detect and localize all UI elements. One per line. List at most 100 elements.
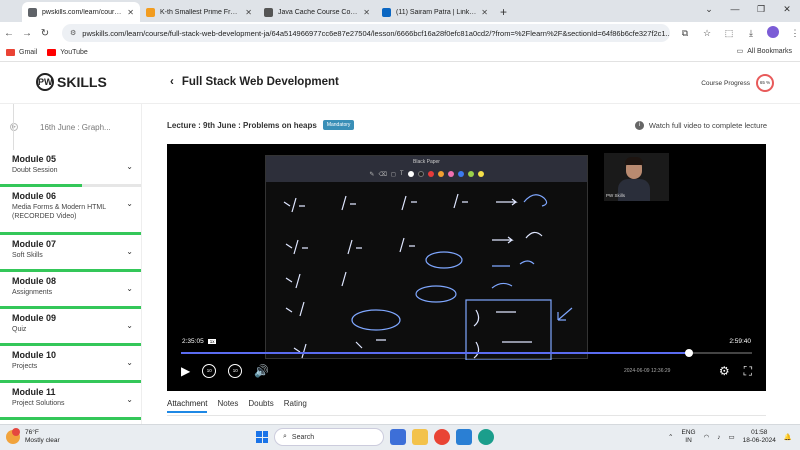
- seek-bar[interactable]: [181, 349, 752, 357]
- minimize-icon[interactable]: —: [722, 0, 748, 18]
- speed-tag[interactable]: 1x: [207, 339, 217, 344]
- forward-icon[interactable]: →: [18, 28, 36, 39]
- weather-widget[interactable]: 76°F Mostly clear: [6, 428, 60, 445]
- tabs-divider: [167, 415, 766, 416]
- fullscreen-icon[interactable]: ⛶: [744, 364, 752, 379]
- youtube-icon: [47, 49, 57, 56]
- task-view-icon[interactable]: [390, 429, 406, 445]
- browser-tab[interactable]: pwskills.com/learn/course/full-s ✕: [22, 2, 140, 22]
- player-controls-right: ⚙ ⛶: [719, 364, 752, 379]
- search-placeholder: Search: [291, 433, 315, 441]
- tab-doubts[interactable]: Doubts: [248, 399, 273, 413]
- bookmark-star-icon[interactable]: ☆: [698, 28, 716, 39]
- chevron-up-icon[interactable]: ⌃: [668, 433, 673, 441]
- settings-gear-icon[interactable]: ⚙: [719, 364, 730, 379]
- module-subtitle: Projects: [12, 363, 38, 370]
- video-player[interactable]: Black Paper ✎ ⌫ ◻ T PW Skills 2:35:05 1x…: [167, 144, 766, 391]
- chevron-down-icon[interactable]: ⌄: [126, 358, 133, 367]
- back-icon[interactable]: ←: [0, 28, 18, 39]
- chevron-down-icon[interactable]: ⌄: [126, 321, 133, 330]
- site-info-icon[interactable]: ⚙: [70, 29, 76, 37]
- page-title-bar: ‹ Full Stack Web Development: [170, 76, 339, 88]
- play-icon[interactable]: ▶: [181, 364, 190, 378]
- edge-icon[interactable]: [478, 429, 494, 445]
- browser-tab[interactable]: (11) Sairam Patra | LinkedIn ✕: [376, 2, 494, 22]
- bookmark-label: YouTube: [60, 49, 88, 56]
- browser-tab[interactable]: Java Cache Course Completed ✕: [258, 2, 376, 22]
- tab-attachment[interactable]: Attachment: [167, 399, 208, 413]
- wifi-icon[interactable]: ◠: [704, 433, 710, 441]
- chevron-down-icon[interactable]: ⌄: [126, 162, 133, 171]
- seek-progress: [181, 352, 690, 354]
- lang-region: IN: [685, 437, 692, 444]
- browser-tab[interactable]: K-th Smallest Prime Fraction - L ✕: [140, 2, 258, 22]
- file-explorer-icon[interactable]: [412, 429, 428, 445]
- chevron-down-icon[interactable]: ⌄: [126, 395, 133, 404]
- bookmark-gmail[interactable]: Gmail: [6, 49, 37, 56]
- module-subtitle: Media Forms & Modern HTML (RECORDED Vide…: [12, 204, 106, 220]
- logo-text: SKILLS: [57, 74, 107, 90]
- system-tray: ⌃ ENG IN ◠ ♪ ▭ 01:58 18-06-2024 🔔: [668, 429, 792, 445]
- bookmark-youtube[interactable]: YouTube: [47, 49, 88, 56]
- module-title: Module 05: [12, 154, 57, 164]
- module-item[interactable]: Module 08 Assignments ⌄: [0, 272, 141, 309]
- windows-start-icon[interactable]: [256, 431, 268, 443]
- module-title: Module 09: [12, 313, 57, 323]
- pen-icon: ✎: [369, 171, 375, 178]
- back-chevron-icon[interactable]: ‹: [170, 76, 174, 88]
- module-item[interactable]: Module 06 Media Forms & Modern HTML (RECO…: [0, 187, 141, 235]
- battery-icon[interactable]: ▭: [729, 433, 735, 441]
- tab-search-icon[interactable]: ⌄: [696, 0, 722, 18]
- clock[interactable]: 01:58 18-06-2024: [743, 429, 776, 445]
- mandatory-badge: Mandatory: [322, 120, 355, 130]
- camera-label: PW Skills: [606, 193, 625, 198]
- tab-favicon-icon: [28, 7, 37, 17]
- taskbar-search[interactable]: ⌕ Search: [274, 428, 384, 446]
- close-window-icon[interactable]: ✕: [774, 0, 800, 18]
- module-item[interactable]: Module 11 Project Solutions ⌄: [0, 383, 141, 420]
- rewind-10-icon[interactable]: 10: [202, 364, 217, 378]
- download-icon[interactable]: ⤓: [742, 28, 760, 39]
- maximize-icon[interactable]: ❐: [748, 0, 774, 18]
- new-tab-button[interactable]: +: [494, 5, 513, 22]
- address-bar[interactable]: ⚙ pwskills.com/learn/course/full-stack-w…: [62, 24, 670, 42]
- close-icon[interactable]: ✕: [245, 8, 252, 17]
- module-item[interactable]: Module 10 Projects ⌄: [0, 346, 141, 383]
- speaker-icon[interactable]: ♪: [717, 434, 720, 441]
- whiteboard-title: Black Paper: [413, 159, 440, 165]
- all-bookmarks-label: All Bookmarks: [747, 47, 792, 55]
- module-title: Module 07: [12, 239, 57, 249]
- all-bookmarks[interactable]: ▭ All Bookmarks: [737, 47, 792, 56]
- vscode-icon[interactable]: [456, 429, 472, 445]
- profile-icon[interactable]: [764, 26, 782, 40]
- module-item[interactable]: Module 09 Quiz ⌄: [0, 309, 141, 346]
- close-icon[interactable]: ✕: [127, 8, 134, 17]
- instructor-camera: PW Skills: [604, 153, 669, 201]
- seek-handle[interactable]: [685, 349, 694, 357]
- reload-icon[interactable]: ↻: [36, 28, 54, 39]
- forward-10-icon[interactable]: 10: [228, 364, 243, 378]
- lesson-item[interactable]: ▶ 16th June : Graph...: [0, 104, 141, 150]
- close-icon[interactable]: ✕: [363, 8, 370, 17]
- language-indicator[interactable]: ENG IN: [681, 429, 695, 445]
- module-title: Module 08: [12, 276, 57, 286]
- eraser-icon: ⌫: [378, 171, 387, 178]
- tab-rating[interactable]: Rating: [284, 399, 307, 413]
- extensions-icon[interactable]: ⬚: [720, 28, 738, 39]
- menu-icon[interactable]: ⋮: [786, 28, 800, 39]
- total-time: 2:59:40: [729, 338, 751, 345]
- address-bar-row: ← → ↻ ⚙ pwskills.com/learn/course/full-s…: [0, 22, 800, 44]
- close-icon[interactable]: ✕: [481, 8, 488, 17]
- chevron-down-icon[interactable]: ⌄: [126, 199, 133, 208]
- notification-icon[interactable]: 🔔: [784, 433, 792, 441]
- chevron-down-icon[interactable]: ⌄: [126, 247, 133, 256]
- volume-icon[interactable]: 🔊: [254, 364, 269, 378]
- chrome-icon[interactable]: [434, 429, 450, 445]
- module-item[interactable]: Module 07 Soft Skills ⌄: [0, 235, 141, 272]
- translate-icon[interactable]: ⧉: [676, 28, 694, 39]
- tab-notes[interactable]: Notes: [217, 399, 238, 413]
- module-item[interactable]: Module 05 Doubt Session ⌄: [0, 150, 141, 187]
- logo[interactable]: PW SKILLS: [36, 73, 107, 91]
- current-time-text: 2:35:05: [182, 338, 204, 345]
- chevron-down-icon[interactable]: ⌄: [126, 284, 133, 293]
